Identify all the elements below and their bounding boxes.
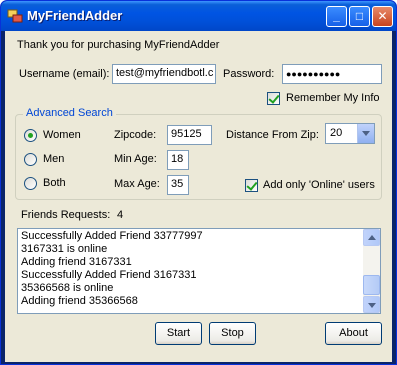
min-age-label: Min Age: (114, 153, 157, 165)
activity-log[interactable]: Successfully Added Friend 33777997 31673… (17, 228, 381, 314)
remember-label: Remember My Info (286, 92, 380, 104)
window-title: MyFriendAdder (27, 8, 123, 23)
start-button[interactable]: Start (155, 322, 202, 345)
log-line: Adding friend 3167331 (21, 256, 132, 268)
scroll-thumb[interactable] (363, 275, 380, 295)
thanks-message: Thank you for purchasing MyFriendAdder (17, 39, 220, 51)
zipcode-label: Zipcode: (114, 129, 157, 141)
log-scrollbar[interactable] (363, 229, 380, 313)
log-line: Successfully Added Friend 3167331 (21, 269, 197, 281)
log-line: Adding friend 35366568 (21, 295, 138, 307)
online-only-label: Add only 'Online' users (263, 179, 375, 191)
client-area: Thank you for purchasing MyFriendAdder U… (5, 31, 392, 362)
max-age-label: Max Age: (114, 178, 160, 190)
radio-both[interactable] (24, 177, 37, 190)
radio-women[interactable] (24, 129, 37, 142)
password-input[interactable]: ●●●●●●●●●● (282, 64, 382, 84)
radio-women-label: Women (43, 129, 81, 141)
app-window-icon (7, 9, 23, 23)
radio-both-label: Both (43, 177, 66, 189)
distance-value: 20 (330, 127, 343, 139)
close-button[interactable]: ✕ (372, 6, 393, 27)
scroll-down-icon[interactable] (363, 296, 380, 313)
about-button[interactable]: About (325, 322, 382, 345)
advanced-search-title: Advanced Search (23, 107, 116, 119)
password-label: Password: (223, 68, 275, 80)
log-line: 3167331 is online (21, 243, 108, 255)
log-lines: Successfully Added Friend 33777997 31673… (21, 230, 361, 308)
distance-select[interactable]: 20 (325, 123, 375, 144)
min-age-input[interactable]: 18 (167, 150, 189, 170)
max-age-input[interactable]: 35 (167, 175, 189, 195)
scroll-up-icon[interactable] (363, 229, 380, 246)
app-window: MyFriendAdder _ □ ✕ Thank you for purcha… (0, 0, 397, 365)
radio-men[interactable] (24, 153, 37, 166)
username-input[interactable]: test@myfriendbotl.c (112, 64, 216, 84)
log-line: Successfully Added Friend 33777997 (21, 230, 203, 242)
friend-requests-label: Friends Requests: (21, 209, 111, 221)
log-line: 35366568 is online (21, 282, 114, 294)
chevron-down-icon[interactable] (357, 124, 374, 143)
username-label: Username (email): (19, 68, 110, 80)
title-bar[interactable]: MyFriendAdder _ □ ✕ (1, 1, 396, 31)
radio-men-label: Men (43, 153, 65, 165)
remember-checkbox[interactable] (267, 92, 280, 105)
maximize-button[interactable]: □ (349, 6, 370, 27)
minimize-button[interactable]: _ (326, 6, 347, 27)
zipcode-input[interactable]: 95125 (167, 125, 212, 145)
distance-label: Distance From Zip: (226, 129, 319, 141)
online-only-checkbox[interactable] (245, 179, 258, 192)
friend-requests-count: 4 (117, 209, 124, 221)
stop-button[interactable]: Stop (209, 322, 256, 345)
